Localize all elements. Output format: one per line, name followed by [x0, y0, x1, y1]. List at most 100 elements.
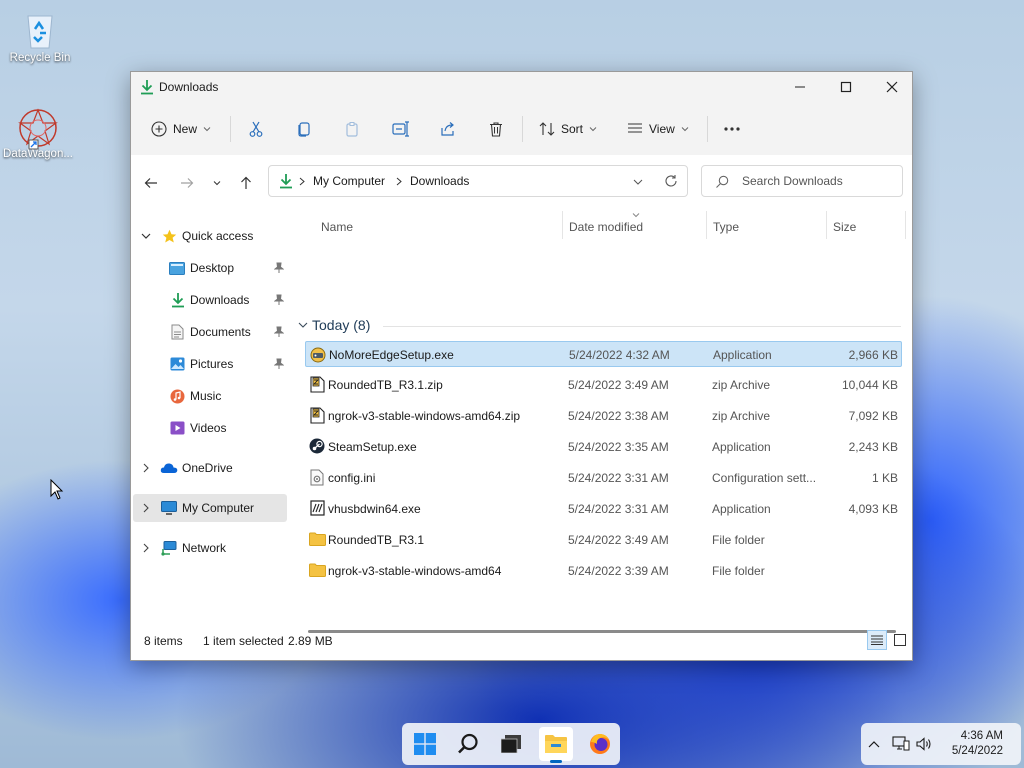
sidebar-network[interactable]: Network [133, 534, 287, 562]
zip-archive-icon [310, 407, 325, 424]
pin-icon [274, 262, 284, 273]
clock-button[interactable]: 4:36 AM 5/24/2022 [939, 727, 1017, 761]
sidebar-label: Desktop [190, 261, 235, 275]
toolbar-separator [522, 116, 523, 142]
chevron-down-icon[interactable] [141, 232, 151, 240]
sidebar-my-computer[interactable]: My Computer [133, 494, 287, 522]
desktop-icon-datawagon[interactable]: DataWagon... [0, 106, 76, 160]
chevron-right-icon[interactable] [143, 463, 149, 473]
music-folder-icon [170, 389, 185, 403]
file-name: ngrok-v3-stable-windows-amd64 [328, 564, 502, 578]
copy-button[interactable] [296, 112, 312, 146]
column-divider[interactable] [905, 211, 906, 239]
sidebar-onedrive[interactable]: OneDrive [133, 454, 287, 482]
forward-arrow-icon [181, 178, 194, 188]
column-header-date-modified[interactable]: Date modified [569, 215, 643, 239]
paste-icon [346, 122, 358, 137]
chevron-down-icon[interactable] [633, 178, 643, 186]
table-row[interactable]: NoMoreEdgeSetup.exe 5/24/2022 4:32 AM Ap… [305, 341, 902, 367]
show-hidden-icons-button[interactable] [865, 735, 883, 753]
table-row[interactable]: SteamSetup.exe 5/24/2022 3:35 AM Applica… [305, 434, 902, 460]
paste-button[interactable] [344, 112, 360, 146]
start-button[interactable] [408, 727, 442, 761]
taskbar-search-button[interactable] [451, 727, 485, 761]
group-header-today[interactable] [297, 315, 907, 335]
file-type: zip Archive [712, 378, 771, 392]
group-label: Today (8) [312, 317, 371, 333]
sort-button[interactable]: Sort [539, 112, 597, 146]
minimize-button[interactable] [777, 72, 823, 102]
navigation-bar: My Computer Downloads Search Downloads [131, 155, 912, 211]
chevron-right-icon [396, 177, 402, 186]
table-row[interactable]: ngrok-v3-stable-windows-amd64.zip 5/24/2… [305, 403, 902, 429]
search-icon [458, 733, 478, 754]
rename-button[interactable] [392, 112, 410, 146]
network-icon [161, 540, 177, 556]
file-type: Application [712, 440, 771, 454]
back-button[interactable] [139, 171, 163, 195]
column-divider[interactable] [706, 211, 707, 239]
file-date: 5/24/2022 3:49 AM [568, 378, 669, 392]
plus-circle-icon [151, 121, 167, 137]
new-button[interactable]: New [151, 112, 211, 146]
taskbar-terminal-button[interactable] [494, 727, 528, 761]
column-divider[interactable] [562, 211, 563, 239]
table-row[interactable]: vhusbdwin64.exe 5/24/2022 3:31 AM Applic… [305, 496, 902, 522]
chevron-down-icon[interactable] [298, 321, 308, 329]
sidebar-label: Quick access [182, 229, 254, 243]
address-bar[interactable]: My Computer Downloads [268, 165, 688, 197]
view-button[interactable]: View [627, 112, 689, 146]
up-button[interactable] [234, 171, 258, 195]
file-type: File folder [712, 564, 765, 578]
title-bar[interactable]: Downloads [131, 72, 912, 102]
sidebar-item-desktop[interactable]: Desktop [133, 254, 287, 282]
refresh-icon[interactable] [664, 174, 678, 188]
column-header-size[interactable]: Size [833, 215, 856, 239]
taskbar-file-explorer-button[interactable] [539, 727, 573, 763]
breadcrumb-downloads[interactable]: Downloads [410, 174, 469, 188]
table-row[interactable]: RoundedTB_R3.1.zip 5/24/2022 3:49 AM zip… [305, 372, 902, 398]
details-view-button[interactable] [867, 630, 887, 650]
sidebar-item-documents[interactable]: Documents [133, 318, 287, 346]
cut-button[interactable] [248, 112, 264, 146]
file-name: config.ini [328, 471, 376, 485]
table-row[interactable]: ngrok-v3-stable-windows-amd64 5/24/2022 … [305, 558, 902, 584]
file-explorer-window: Downloads New Sort View My Computer Down… [130, 71, 913, 661]
file-type: Application [713, 348, 772, 362]
chevron-right-icon[interactable] [143, 543, 149, 553]
pictures-folder-icon [170, 357, 185, 371]
sidebar-item-videos[interactable]: Videos [133, 414, 287, 442]
more-options-button[interactable] [723, 112, 741, 146]
sort-label: Sort [561, 122, 584, 136]
share-button[interactable] [440, 112, 457, 146]
delete-button[interactable] [488, 112, 504, 146]
taskbar [402, 723, 620, 765]
sidebar-item-downloads[interactable]: Downloads [133, 286, 287, 314]
downloads-folder-icon [172, 293, 184, 308]
file-type: Configuration sett... [712, 471, 817, 485]
forward-button[interactable] [175, 171, 199, 195]
sidebar-item-music[interactable]: Music [133, 382, 287, 410]
table-row[interactable]: RoundedTB_R3.1 5/24/2022 3:49 AM File fo… [305, 527, 902, 553]
sidebar-label: Videos [190, 421, 227, 435]
recent-locations-button[interactable] [207, 171, 227, 195]
column-header-name[interactable]: Name [321, 215, 353, 239]
large-icons-view-button[interactable] [890, 630, 910, 650]
column-divider[interactable] [826, 211, 827, 239]
computer-monitor-icon [161, 500, 177, 515]
sidebar-item-pictures[interactable]: Pictures [133, 350, 287, 378]
breadcrumb-my-computer[interactable]: My Computer [313, 174, 385, 188]
taskbar-firefox-button[interactable] [583, 727, 617, 761]
close-button[interactable] [869, 72, 915, 102]
sidebar-quick-access[interactable]: Quick access [133, 222, 287, 250]
clock-date: 5/24/2022 [951, 745, 1003, 757]
desktop-icon-recycle-bin[interactable]: Recycle Bin [2, 10, 78, 64]
table-row[interactable]: config.ini 5/24/2022 3:31 AM Configurati… [305, 465, 902, 491]
firefox-icon [590, 734, 610, 754]
chevron-right-icon[interactable] [143, 503, 149, 513]
maximize-button[interactable] [823, 72, 869, 102]
volume-button[interactable] [914, 735, 934, 753]
column-header-type[interactable]: Type [713, 215, 739, 239]
network-status-button[interactable] [891, 735, 911, 753]
search-box[interactable]: Search Downloads [701, 165, 903, 197]
